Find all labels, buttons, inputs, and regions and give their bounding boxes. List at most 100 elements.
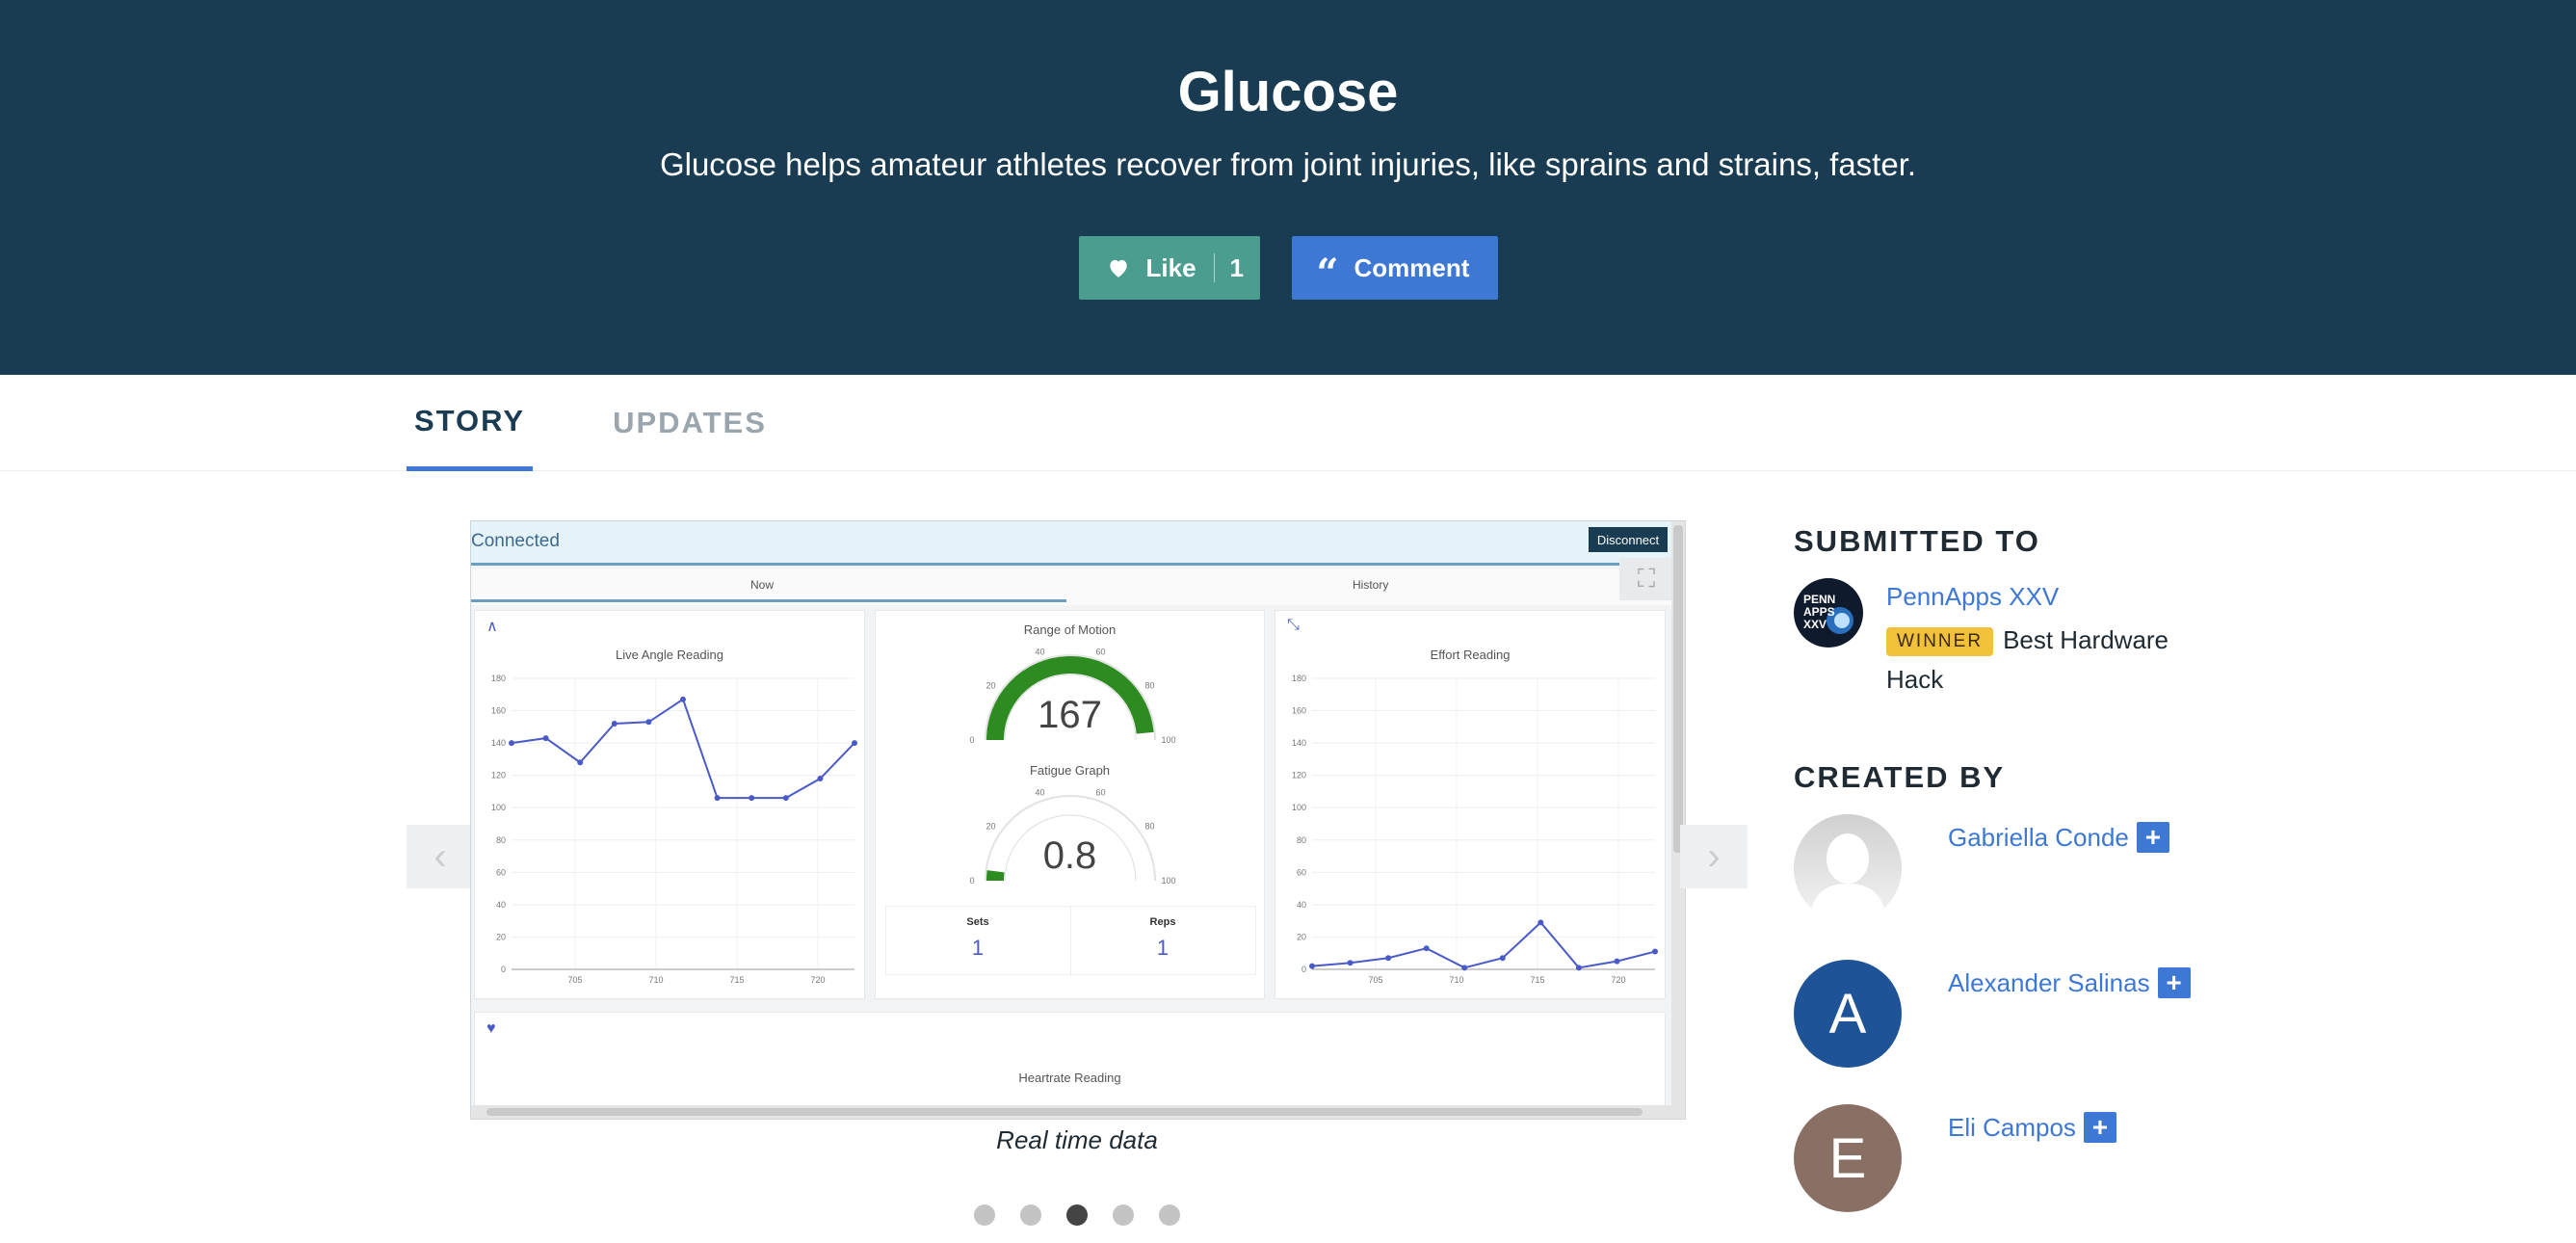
fatigue-value: 0.8	[1042, 834, 1097, 877]
gauges-card: Range of Motion 0 20 40 60 80 100 167 Fatigue…	[875, 610, 1265, 999]
angle-icon: ∧	[486, 619, 498, 635]
x-tick-label: 705	[1368, 975, 1382, 985]
y-tick-label: 40	[1297, 900, 1306, 910]
y-tick-label: 140	[1292, 738, 1306, 748]
carousel-dot[interactable]	[1066, 1204, 1088, 1226]
live-angle-line	[511, 698, 855, 800]
y-tick-label: 0	[501, 965, 506, 974]
like-button[interactable]: Like 1	[1078, 236, 1260, 300]
tab-updates[interactable]: UPDATES	[605, 375, 775, 471]
member-name: Gabriella Conde	[1948, 822, 2129, 852]
status-bar: Connected Disconnect	[471, 521, 1673, 566]
like-label: Like	[1145, 252, 1196, 282]
default-user-icon	[1794, 814, 1902, 922]
app-tab-now: Now	[750, 578, 775, 592]
logo-text: XXV	[1803, 618, 1827, 631]
sets-value: 1	[971, 936, 985, 960]
live-angle-point	[577, 759, 584, 766]
live-angle-point	[611, 720, 618, 727]
heart-icon: ♥	[486, 1020, 496, 1037]
live-angle-point	[680, 696, 686, 702]
gallery-carousel: ‹ Connected Disconnect Now History ⛶ ∧ L…	[407, 520, 1748, 1233]
x-tick-label: 705	[567, 975, 582, 985]
avatar[interactable]: A	[1794, 960, 1902, 1068]
avatar[interactable]: E	[1794, 1104, 1902, 1212]
live-angle-point	[852, 740, 857, 747]
pennapps-logo[interactable]: PENN APPS XXV	[1794, 578, 1863, 648]
range-of-motion-title: Range of Motion	[1023, 622, 1117, 637]
live-angle-point	[749, 795, 755, 802]
horizontal-scrollbar	[471, 1105, 1685, 1119]
y-tick-label: 100	[491, 803, 506, 812]
fatigue-gauge-tick-label: 80	[1145, 822, 1155, 832]
carousel-dot[interactable]	[1159, 1204, 1180, 1226]
effort-point	[1499, 955, 1506, 962]
live-angle-card: ∧ Live Angle Reading 0 20 40 60 80 100 120 140 1…	[474, 610, 865, 999]
effort-point	[1423, 945, 1430, 952]
carousel-dot[interactable]	[974, 1204, 995, 1226]
project-header: Glucose Glucose helps amateur athletes r…	[0, 0, 2576, 375]
chevron-right-icon: ›	[1707, 834, 1721, 878]
y-tick-label: 80	[1297, 835, 1306, 845]
effort-point	[1347, 960, 1354, 966]
fatigue-gauge-tick-label: 20	[986, 822, 995, 832]
project-actions: Like 1 “ Comment	[0, 236, 2576, 300]
follow-plus-button[interactable]: +	[2083, 1112, 2116, 1143]
member-name: Eli Campos	[1948, 1112, 2076, 1142]
x-tick-label: 715	[1530, 975, 1544, 985]
avatar[interactable]	[1794, 814, 1902, 922]
created-by-heading: CREATED BY	[1794, 760, 2006, 794]
connection-status: Connected	[471, 531, 560, 551]
y-tick-label: 160	[1292, 706, 1306, 716]
quote-icon: “	[1316, 251, 1339, 296]
live-angle-point	[542, 735, 549, 742]
heartrate-card: ♥ Heartrate Reading	[474, 1012, 1666, 1108]
like-count: 1	[1229, 252, 1244, 282]
y-tick-label: 60	[1297, 867, 1306, 877]
tab-story[interactable]: STORY	[407, 375, 533, 471]
effort-point	[1614, 958, 1620, 965]
y-tick-label: 120	[491, 771, 506, 780]
gallery-image[interactable]: Connected Disconnect Now History ⛶ ∧ Liv…	[470, 520, 1686, 1120]
y-tick-label: 60	[496, 867, 506, 877]
y-tick-label: 20	[496, 932, 506, 941]
vertical-scrollbar	[1671, 521, 1685, 1107]
fullscreen-icon: ⛶	[1619, 558, 1673, 600]
range-value: 167	[1038, 694, 1102, 736]
reps-value: 1	[1156, 936, 1170, 960]
follow-plus-button[interactable]: +	[2157, 967, 2191, 998]
effort-point	[1309, 963, 1315, 969]
x-tick-label: 720	[810, 975, 825, 985]
carousel-dot[interactable]	[1020, 1204, 1041, 1226]
x-tick-label: 710	[1449, 975, 1463, 985]
sets-label: Sets	[966, 916, 989, 928]
follow-plus-button[interactable]: +	[2136, 822, 2169, 853]
member-name-link[interactable]: Eli Campos +	[1948, 1112, 2116, 1143]
live-angle-point	[645, 719, 652, 726]
member-name-link[interactable]: Gabriella Conde +	[1948, 822, 2169, 853]
range-gauge-tick-label: 40	[1035, 648, 1044, 657]
app-tab-history: History	[1353, 578, 1389, 592]
fatigue-title: Fatigue Graph	[1029, 763, 1111, 778]
disconnect-button: Disconnect	[1589, 527, 1668, 552]
carousel-dot[interactable]	[1113, 1204, 1134, 1226]
carousel-next-button[interactable]: ›	[1680, 825, 1748, 888]
logo-text: APPS	[1803, 605, 1835, 619]
y-tick-label: 180	[491, 674, 506, 683]
hackathon-link[interactable]: PennApps XXV	[1886, 582, 2059, 612]
y-tick-label: 0	[1301, 965, 1306, 974]
range-gauge-tick-label: 80	[1145, 681, 1155, 691]
effort-point	[1652, 948, 1658, 955]
live-angle-point	[817, 776, 824, 782]
range-gauge-tick-label: 20	[986, 681, 995, 691]
carousel-prev-button[interactable]: ‹	[407, 825, 474, 888]
sets-reps-box: Sets 1 Reps 1	[885, 906, 1256, 976]
member-name-link[interactable]: Alexander Salinas +	[1948, 967, 2191, 998]
project-title: Glucose	[1177, 61, 1399, 123]
effort-chart: 0 20 40 60 80 100 120 140 160 180 705 710 715 720	[1292, 674, 1658, 985]
y-tick-label: 120	[1292, 771, 1306, 780]
comment-button[interactable]: “ Comment	[1291, 236, 1498, 300]
carousel-dots	[407, 1204, 1748, 1226]
live-angle-point	[782, 795, 789, 802]
winner-badge: WINNER	[1886, 627, 1994, 656]
